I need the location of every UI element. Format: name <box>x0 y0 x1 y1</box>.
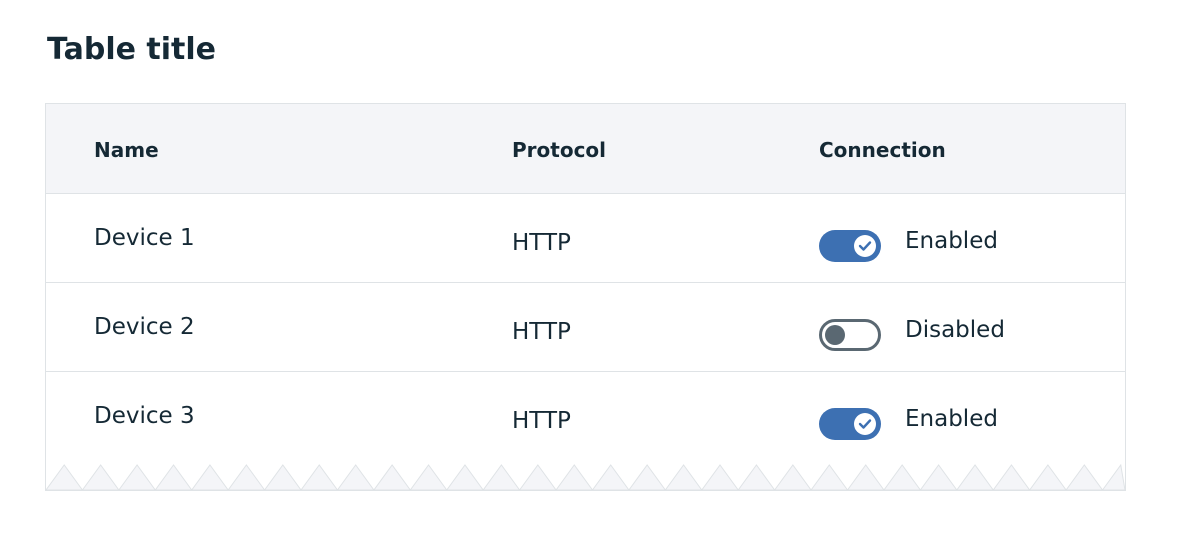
protocol-cell: HTTP <box>512 408 571 434</box>
connection-toggle[interactable] <box>819 230 881 262</box>
column-header-connection[interactable]: Connection <box>819 138 946 162</box>
device-name-cell: Device 2 <box>94 314 195 340</box>
connection-status-label: Enabled <box>905 228 998 254</box>
device-name-cell: Device 3 <box>94 403 195 429</box>
connection-toggle[interactable] <box>819 319 881 351</box>
toggle-knob <box>854 413 876 435</box>
data-table: Name Protocol Connection Device 1 HTTP E… <box>45 103 1126 491</box>
connection-status-label: Disabled <box>905 317 1005 343</box>
table-title: Table title <box>47 32 216 67</box>
toggle-knob <box>854 235 876 257</box>
connection-status-label: Enabled <box>905 406 998 432</box>
device-name-cell: Device 1 <box>94 225 195 251</box>
protocol-cell: HTTP <box>512 230 571 256</box>
table-row: Device 3 HTTP Enabled <box>46 372 1125 490</box>
column-header-name[interactable]: Name <box>94 138 159 162</box>
checkmark-icon <box>858 419 872 429</box>
protocol-cell: HTTP <box>512 319 571 345</box>
toggle-knob <box>825 325 845 345</box>
checkmark-icon <box>858 241 872 251</box>
zigzag-edge-icon <box>46 463 1125 490</box>
table-row: Device 2 HTTP Disabled <box>46 283 1125 372</box>
column-header-protocol[interactable]: Protocol <box>512 138 606 162</box>
connection-toggle[interactable] <box>819 408 881 440</box>
table-row: Device 1 HTTP Enabled <box>46 194 1125 283</box>
table-header-row: Name Protocol Connection <box>46 104 1125 194</box>
